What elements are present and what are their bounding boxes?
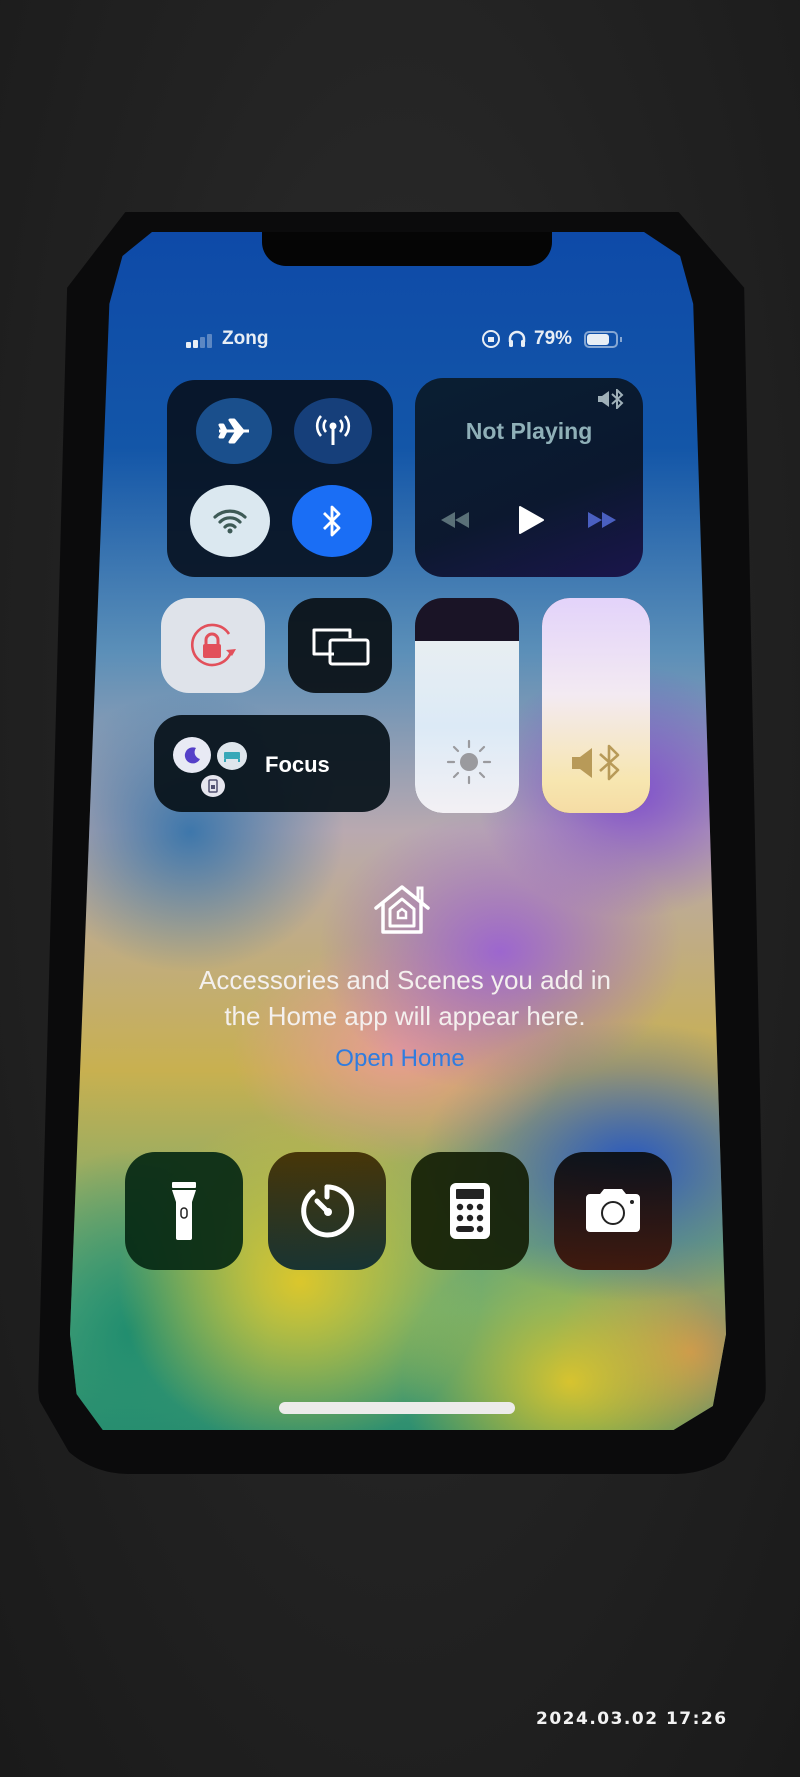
brightness-slider[interactable] — [415, 598, 519, 813]
status-bar: Zong 79% — [186, 328, 626, 354]
battery-icon — [584, 331, 618, 348]
calculator-icon — [450, 1183, 490, 1239]
moon-icon — [173, 737, 211, 773]
battery-cap — [620, 337, 622, 342]
camera-button[interactable] — [554, 1152, 672, 1270]
fast-forward-button[interactable] — [586, 510, 618, 530]
speaker-bluetooth-icon[interactable] — [597, 387, 627, 411]
photo-timestamp: 2024.03.02 17:26 — [536, 1709, 728, 1729]
cellular-antenna-icon — [315, 415, 351, 445]
calculator-button[interactable] — [411, 1152, 529, 1270]
fast-forward-icon — [588, 512, 616, 528]
focus-label: Focus — [265, 752, 330, 777]
play-button[interactable] — [517, 505, 545, 535]
speaker-bluetooth-icon — [572, 744, 620, 781]
brightness-slider-fill — [415, 641, 519, 813]
flashlight-button[interactable] — [125, 1152, 243, 1270]
battery-percent: 79% — [534, 328, 573, 349]
airplane-icon — [218, 418, 249, 444]
rewind-icon — [441, 512, 469, 528]
sun-icon — [446, 739, 492, 785]
volume-slider[interactable] — [542, 598, 650, 813]
timer-button[interactable] — [268, 1152, 386, 1270]
home-indicator[interactable] — [279, 1402, 515, 1414]
home-message-line1: Accessories and Scenes you add in — [199, 965, 611, 995]
camera-icon — [586, 1189, 640, 1232]
orientation-lock-icon — [190, 623, 236, 666]
badge-icon — [201, 775, 225, 797]
cellular-data-toggle[interactable] — [294, 398, 372, 464]
screen-mirroring-button[interactable] — [288, 598, 392, 693]
notch — [262, 232, 552, 266]
home-icon — [374, 885, 430, 934]
orientation-lock-toggle[interactable] — [161, 598, 265, 693]
airplane-mode-toggle[interactable] — [196, 398, 272, 464]
headphones-icon — [508, 330, 526, 348]
rewind-button[interactable] — [439, 510, 471, 530]
flashlight-icon — [172, 1182, 196, 1240]
bed-icon — [217, 742, 247, 770]
carrier-name: Zong — [222, 328, 269, 349]
bluetooth-toggle[interactable] — [292, 485, 372, 557]
wifi-icon — [213, 509, 247, 534]
home-message-line2: the Home app will appear here. — [224, 1001, 586, 1031]
bluetooth-icon — [323, 505, 341, 537]
wifi-toggle[interactable] — [190, 485, 270, 557]
timer-icon — [301, 1184, 355, 1238]
open-home-link[interactable]: Open Home — [300, 1045, 500, 1073]
play-icon — [519, 506, 544, 534]
orientation-lock-icon — [482, 330, 500, 348]
signal-icon — [186, 334, 216, 348]
now-playing-title: Not Playing — [465, 418, 593, 444]
screen-mirroring-icon — [312, 628, 370, 665]
